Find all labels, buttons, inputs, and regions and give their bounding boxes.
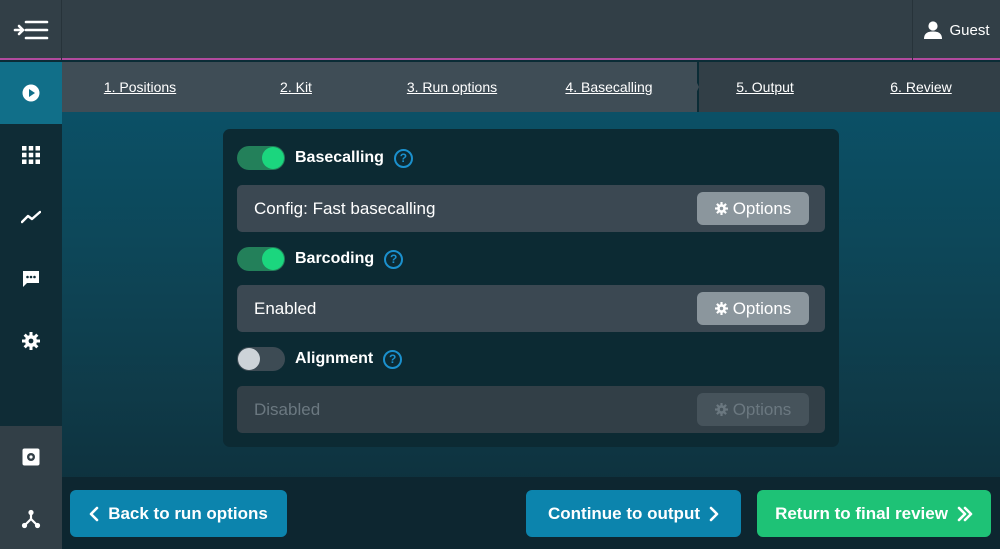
grid-icon [22, 146, 40, 164]
basecalling-header: Basecalling ? [237, 145, 413, 171]
options-label: Options [732, 399, 792, 419]
barcoding-title: Barcoding [295, 250, 375, 267]
barcoding-status-text: Enabled [254, 299, 317, 318]
steps-current-arrow [687, 62, 699, 112]
basecalling-title: Basecalling [295, 149, 384, 166]
sidebar-item-run[interactable] [0, 62, 62, 124]
step-run-options[interactable]: 3. Run options [407, 62, 497, 112]
top-bar: Guest [0, 0, 1000, 60]
sidebar-bottom [0, 426, 62, 549]
toggle-knob [262, 147, 284, 169]
cog-icon [714, 403, 728, 416]
barcoding-options-button[interactable]: Options [697, 292, 809, 325]
basecalling-panel: Basecalling ? Config: Fast basecalling O… [223, 129, 839, 447]
menu-collapse-button[interactable] [0, 0, 62, 60]
cog-icon [714, 302, 728, 315]
wizard-steps: 1. Positions 2. Kit 3. Run options 4. Ba… [62, 62, 1000, 112]
play-icon [22, 84, 40, 102]
basecalling-detail: Config: Fast basecalling Options [237, 185, 825, 232]
barcoding-toggle[interactable] [237, 247, 285, 271]
alignment-options-button[interactable]: Options [697, 393, 809, 426]
options-label: Options [732, 198, 792, 218]
user-name: Guest [949, 21, 990, 39]
double-chevron-right-icon [957, 506, 973, 521]
step-review[interactable]: 6. Review [890, 62, 951, 112]
alignment-status-text: Disabled [254, 400, 321, 419]
barcoding-header: Barcoding ? [237, 246, 404, 272]
user-menu[interactable]: Guest [912, 0, 1000, 60]
options-label: Options [732, 298, 792, 318]
toggle-knob [238, 348, 260, 370]
alignment-detail: Disabled Options [237, 386, 825, 433]
step-positions[interactable]: 1. Positions [104, 62, 176, 112]
alignment-header: Alignment ? [237, 346, 403, 372]
basecalling-options-button[interactable]: Options [697, 192, 809, 225]
cog-icon [714, 202, 728, 215]
sidebar-item-experiments[interactable] [0, 186, 62, 248]
review-button-label: Return to final review [775, 503, 948, 523]
step-output[interactable]: 5. Output [736, 62, 794, 112]
continue-button[interactable]: Continue to output [526, 490, 741, 537]
basecalling-config-text: Config: Fast basecalling [254, 199, 436, 218]
chat-icon [23, 271, 39, 287]
sidebar-item-network[interactable] [0, 488, 62, 549]
sidebar [0, 62, 62, 549]
back-button-label: Back to run options [108, 503, 268, 523]
step-kit[interactable]: 2. Kit [280, 62, 312, 112]
chevron-right-icon [709, 506, 719, 521]
user-icon [924, 21, 943, 39]
return-to-review-button[interactable]: Return to final review [757, 490, 991, 537]
gear-icon [22, 332, 40, 350]
back-button[interactable]: Back to run options [70, 490, 287, 537]
network-icon [21, 509, 41, 529]
trend-icon [21, 210, 41, 224]
help-icon[interactable]: ? [393, 148, 413, 168]
sidebar-item-settings[interactable] [0, 310, 62, 372]
chevron-left-icon [89, 506, 99, 521]
sidebar-item-system[interactable] [0, 426, 62, 488]
step-basecalling[interactable]: 4. Basecalling [565, 62, 652, 112]
settings-box-icon [22, 448, 40, 466]
alignment-toggle[interactable] [237, 347, 285, 371]
barcoding-detail: Enabled Options [237, 285, 825, 332]
basecalling-toggle[interactable] [237, 146, 285, 170]
help-icon[interactable]: ? [383, 349, 403, 369]
alignment-title: Alignment [295, 350, 374, 367]
toggle-knob [262, 248, 284, 270]
menu-collapse-icon [13, 20, 48, 40]
help-icon[interactable]: ? [384, 249, 404, 269]
sidebar-item-apps[interactable] [0, 124, 62, 186]
sidebar-item-messages[interactable] [0, 248, 62, 310]
continue-button-label: Continue to output [547, 503, 700, 523]
